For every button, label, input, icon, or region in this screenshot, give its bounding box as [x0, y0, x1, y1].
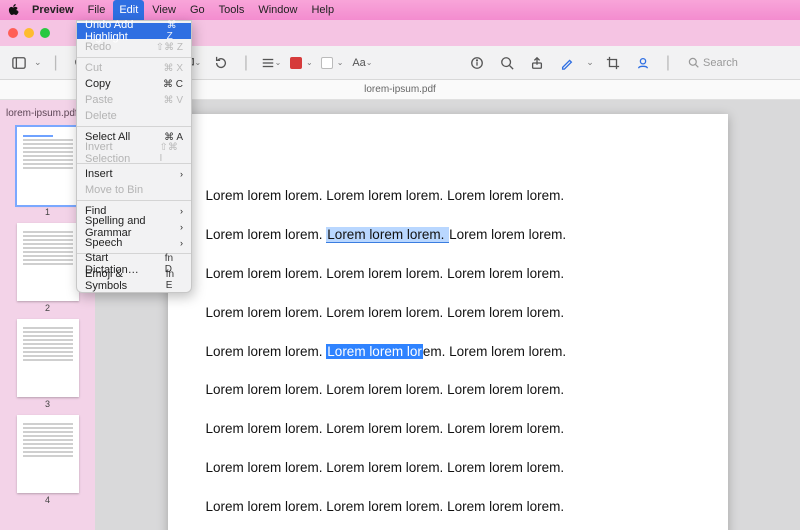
- search-icon: [688, 57, 699, 68]
- text-line: Lorem lorem lorem. Lorem lorem lorem. Lo…: [206, 499, 690, 516]
- menu-delete: Delete: [77, 108, 191, 124]
- menu-help[interactable]: Help: [305, 0, 340, 20]
- menu-edit[interactable]: Edit: [113, 0, 144, 20]
- edit-menu-dropdown: Undo Add Highlight⌘ Z Redo⇧⌘ Z Cut⌘ X Co…: [76, 20, 192, 293]
- chevron-down-icon: ⌄: [337, 58, 344, 67]
- text-line: Lorem lorem lorem. Lorem lorem lorem. Lo…: [206, 460, 690, 477]
- page-thumbnail[interactable]: [17, 127, 79, 205]
- rotate-button[interactable]: [210, 52, 232, 74]
- search-input[interactable]: Search: [682, 53, 792, 73]
- menu-tools[interactable]: Tools: [213, 0, 251, 20]
- page-thumbnail[interactable]: [17, 223, 79, 301]
- chevron-down-icon: ⌄: [306, 58, 313, 67]
- info-button[interactable]: [466, 52, 488, 74]
- highlight-color-picker[interactable]: ⌄: [290, 57, 313, 69]
- menu-insert[interactable]: Insert›: [77, 166, 191, 182]
- highlight-swatch: [290, 57, 302, 69]
- menu-view[interactable]: View: [146, 0, 182, 20]
- chevron-down-icon[interactable]: ⌄: [34, 57, 42, 68]
- text-style-button[interactable]: Aa⌄: [351, 52, 373, 74]
- crop-button[interactable]: [602, 52, 624, 74]
- menu-cut: Cut⌘ X: [77, 60, 191, 76]
- person-crop-button[interactable]: [632, 52, 654, 74]
- chevron-down-icon: ⌄: [195, 58, 202, 67]
- text-line: Lorem lorem lorem. Lorem lorem lorem. Lo…: [206, 266, 690, 283]
- text-line: Lorem lorem lorem. Lorem lorem lorem. Lo…: [206, 227, 690, 244]
- zoom-button[interactable]: [40, 28, 50, 38]
- menu-separator: [77, 200, 191, 201]
- zoom-actual-button[interactable]: [496, 52, 518, 74]
- document-viewport[interactable]: Lorem lorem lorem. Lorem lorem lorem. Lo…: [95, 100, 800, 530]
- text-line: Lorem lorem lorem. Lorem lorem lorem. Lo…: [206, 421, 690, 438]
- menu-paste: Paste⌘ V: [77, 92, 191, 108]
- menu-window[interactable]: Window: [252, 0, 303, 20]
- chevron-down-icon: ⌄: [275, 58, 282, 67]
- page-thumbnail[interactable]: [17, 415, 79, 493]
- fill-swatch: [321, 57, 333, 69]
- search-placeholder: Search: [703, 57, 738, 69]
- view-mode-button[interactable]: ⌄: [260, 52, 282, 74]
- text-line: Lorem lorem lorem. Lorem lorem lorem. Lo…: [206, 344, 690, 361]
- text-line: Lorem lorem lorem. Lorem lorem lorem. Lo…: [206, 382, 690, 399]
- text-selection[interactable]: Lorem lorem lor: [326, 344, 423, 359]
- menu-go[interactable]: Go: [184, 0, 211, 20]
- window-controls: [8, 28, 50, 38]
- page-number: 3: [0, 399, 95, 409]
- fill-color-picker[interactable]: ⌄: [321, 57, 344, 69]
- apple-icon[interactable]: [8, 4, 20, 16]
- text-line: Lorem lorem lorem. Lorem lorem lorem. Lo…: [206, 305, 690, 322]
- chevron-down-icon: ⌄: [366, 58, 373, 67]
- chevron-down-icon[interactable]: ⌄: [586, 57, 594, 68]
- menu-separator: [77, 126, 191, 127]
- menu-copy[interactable]: Copy⌘ C: [77, 76, 191, 92]
- sidebar-toggle-button[interactable]: [8, 52, 30, 74]
- markup-button[interactable]: [556, 52, 578, 74]
- page-number: 4: [0, 495, 95, 505]
- menu-invert-selection: Invert Selection⇧⌘ I: [77, 145, 191, 161]
- system-menubar: Preview File Edit View Go Tools Window H…: [0, 0, 800, 20]
- menu-spelling[interactable]: Spelling and Grammar›: [77, 219, 191, 235]
- text-highlight[interactable]: Lorem lorem lorem.: [326, 227, 449, 243]
- minimize-button[interactable]: [24, 28, 34, 38]
- menu-separator: [77, 57, 191, 58]
- page-thumbnail[interactable]: [17, 319, 79, 397]
- text-line: Lorem lorem lorem. Lorem lorem lorem. Lo…: [206, 188, 690, 205]
- menu-file[interactable]: File: [82, 0, 112, 20]
- menu-undo[interactable]: Undo Add Highlight⌘ Z: [77, 23, 191, 39]
- app-name: Preview: [26, 4, 80, 16]
- share-button[interactable]: [526, 52, 548, 74]
- page-number: 2: [0, 303, 95, 313]
- pdf-page: Lorem lorem lorem. Lorem lorem lorem. Lo…: [168, 114, 728, 530]
- menu-move-to-bin: Move to Bin: [77, 182, 191, 198]
- menu-emoji[interactable]: Emoji & Symbolsfn E: [77, 272, 191, 288]
- close-button[interactable]: [8, 28, 18, 38]
